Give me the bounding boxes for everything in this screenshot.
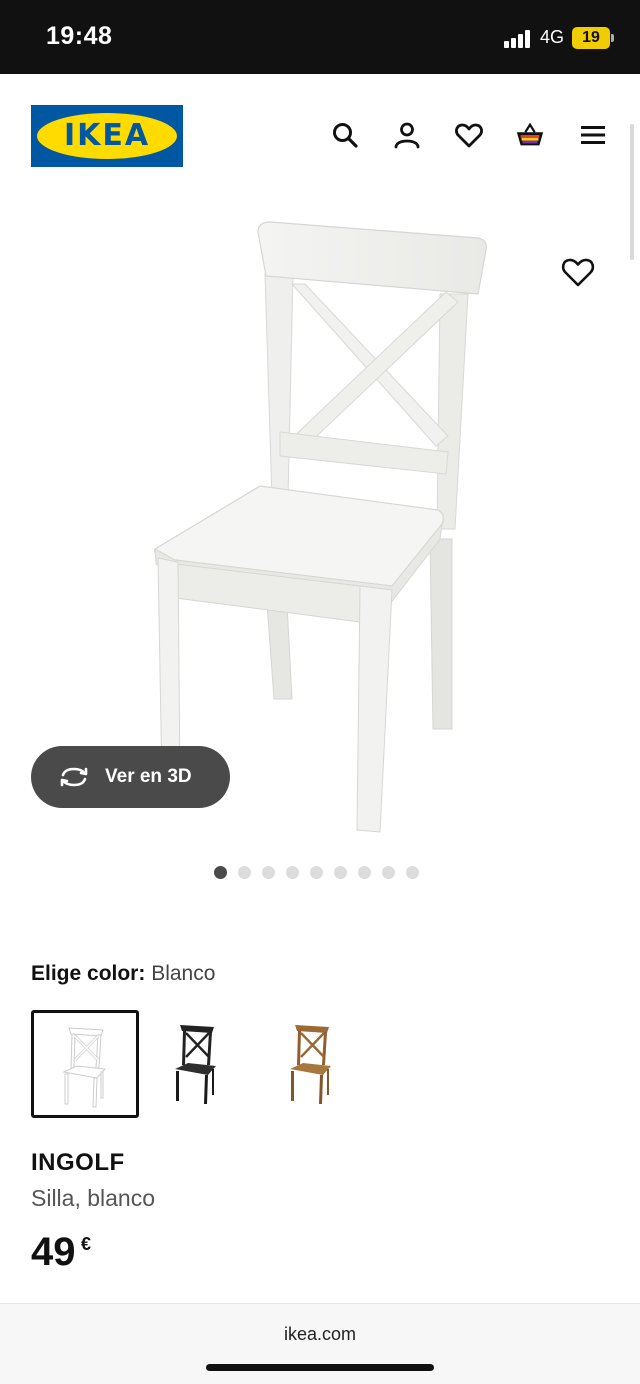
search-icon[interactable]	[330, 120, 360, 150]
pagination-dot[interactable]	[310, 866, 323, 879]
view-3d-button[interactable]: Ver en 3D	[31, 746, 230, 808]
color-swatch-white[interactable]	[31, 1010, 139, 1118]
pagination-dot[interactable]	[334, 866, 347, 879]
url-bar[interactable]: ikea.com	[0, 1324, 640, 1345]
view-3d-label: Ver en 3D	[105, 766, 192, 787]
color-selector-title: Elige color: Blanco	[31, 962, 215, 986]
chair-thumbnail-black	[175, 1025, 216, 1104]
battery-tip	[611, 34, 614, 42]
site-header: IKEA	[0, 74, 640, 194]
account-icon[interactable]	[392, 120, 422, 150]
pagination-dot[interactable]	[382, 866, 395, 879]
battery-icon: 19	[572, 27, 610, 49]
ikea-logo[interactable]: IKEA	[31, 105, 183, 167]
product-price: 49	[31, 1230, 76, 1274]
browser-bottom-bar: ikea.com	[0, 1303, 640, 1384]
logo-text: IKEA	[63, 118, 151, 153]
signal-icon	[504, 30, 534, 48]
image-pagination	[214, 866, 419, 880]
basket-icon[interactable]	[515, 120, 545, 150]
chair-thumbnail-brown	[290, 1025, 331, 1104]
color-swatch-black[interactable]	[145, 1010, 253, 1118]
home-indicator[interactable]	[206, 1364, 434, 1371]
product-name: INGOLF	[31, 1149, 125, 1176]
menu-icon[interactable]	[578, 120, 608, 150]
color-label: Elige color:	[31, 962, 146, 985]
pagination-dot[interactable]	[358, 866, 371, 879]
pagination-dot[interactable]	[262, 866, 275, 879]
pagination-dot[interactable]	[214, 866, 227, 879]
rotate-icon	[60, 767, 88, 787]
price-currency: €	[81, 1234, 92, 1254]
status-bar: 19:48 4G 19	[0, 0, 640, 74]
pagination-dot[interactable]	[406, 866, 419, 879]
registered-mark	[170, 119, 177, 126]
color-swatch-brown[interactable]	[260, 1010, 368, 1118]
pagination-dot[interactable]	[286, 866, 299, 879]
color-value: Blanco	[151, 962, 216, 985]
pagination-dot[interactable]	[238, 866, 251, 879]
battery-level: 19	[582, 29, 600, 46]
favorite-icon[interactable]	[560, 254, 596, 290]
network-type: 4G	[540, 27, 565, 47]
product-description: Silla, blanco	[31, 1185, 156, 1211]
chair-thumbnail-white	[62, 1027, 107, 1108]
heart-icon[interactable]	[454, 120, 484, 150]
status-time: 19:48	[46, 22, 113, 50]
